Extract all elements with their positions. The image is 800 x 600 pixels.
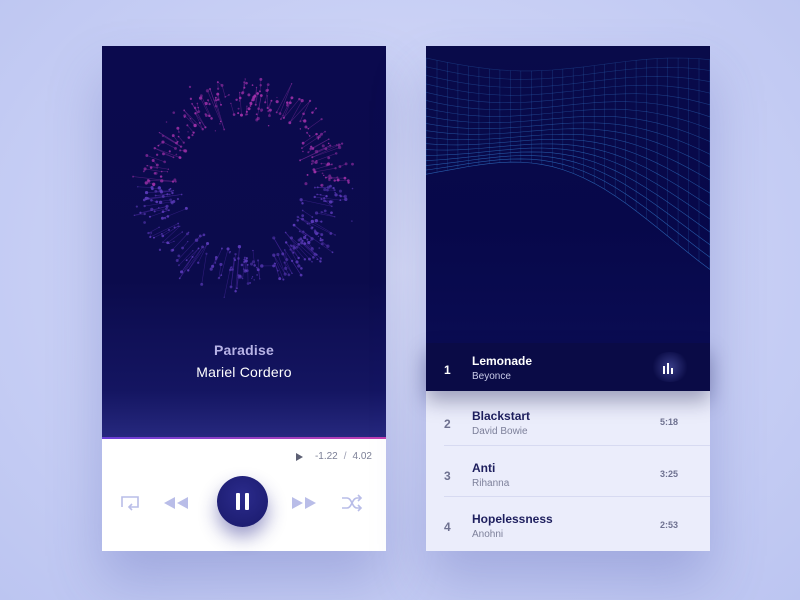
- playlist-card: 1 Lemonade Beyonce 2 Blackstart David Bo…: [426, 46, 710, 551]
- playlist-item[interactable]: 2 Blackstart David Bowie 5:18: [426, 395, 710, 445]
- track-title: Blackstart: [472, 409, 531, 423]
- pause-button[interactable]: [217, 476, 268, 527]
- track-artist: Rihanna: [472, 478, 510, 489]
- divider: [444, 445, 710, 446]
- playlist-item[interactable]: 4 Hopelessness Anohni 2:53: [426, 498, 710, 548]
- playlist-item[interactable]: 3 Anti Rihanna 3:25: [426, 447, 710, 497]
- album-visualizer: Paradise Mariel Cordero: [102, 46, 386, 437]
- track-number: 2: [444, 417, 451, 431]
- track-title: Anti: [472, 461, 496, 475]
- song-artist: Mariel Cordero: [196, 364, 292, 380]
- track-artist: Beyonce: [472, 371, 511, 382]
- divider: [444, 496, 710, 497]
- track-number: 1: [444, 363, 451, 377]
- track-duration: 5:18: [659, 417, 678, 427]
- fast-forward-button[interactable]: [290, 491, 318, 515]
- total-duration: 4.02: [352, 451, 372, 462]
- track-artist: Anohni: [472, 529, 504, 540]
- progress-fill: [102, 437, 386, 439]
- rewind-icon: [164, 497, 188, 509]
- equalizer-icon: [663, 362, 677, 374]
- repeat-icon: [121, 496, 139, 511]
- track-duration: 3:25: [659, 469, 678, 479]
- wireframe-wave-graphic: [426, 57, 710, 270]
- track-title: Hopelessness: [472, 512, 553, 526]
- shuffle-button[interactable]: [340, 491, 364, 515]
- fast-forward-icon: [292, 497, 316, 509]
- play-icon[interactable]: [295, 452, 303, 461]
- time-display: -1.22 / 4.02: [295, 451, 372, 462]
- track-number: 3: [444, 469, 451, 483]
- time-separator: /: [343, 451, 347, 462]
- elapsed-time: -1.22: [314, 451, 338, 462]
- shuffle-icon: [342, 494, 363, 512]
- track-duration: 2:53: [659, 520, 678, 530]
- pause-icon: [234, 493, 252, 510]
- repeat-button[interactable]: [118, 491, 142, 515]
- rewind-button[interactable]: [162, 491, 190, 515]
- player-card: Paradise Mariel Cordero -1.22 / 4.02: [102, 46, 386, 551]
- song-title: Paradise: [214, 342, 274, 358]
- track-number: 4: [444, 520, 451, 534]
- track-title: Lemonade: [472, 354, 533, 368]
- playlist-item-playing[interactable]: 1 Lemonade Beyonce: [426, 343, 710, 391]
- track-artist: David Bowie: [472, 426, 528, 437]
- progress-bar[interactable]: [102, 437, 386, 439]
- wave-mesh-artwork: [426, 46, 710, 343]
